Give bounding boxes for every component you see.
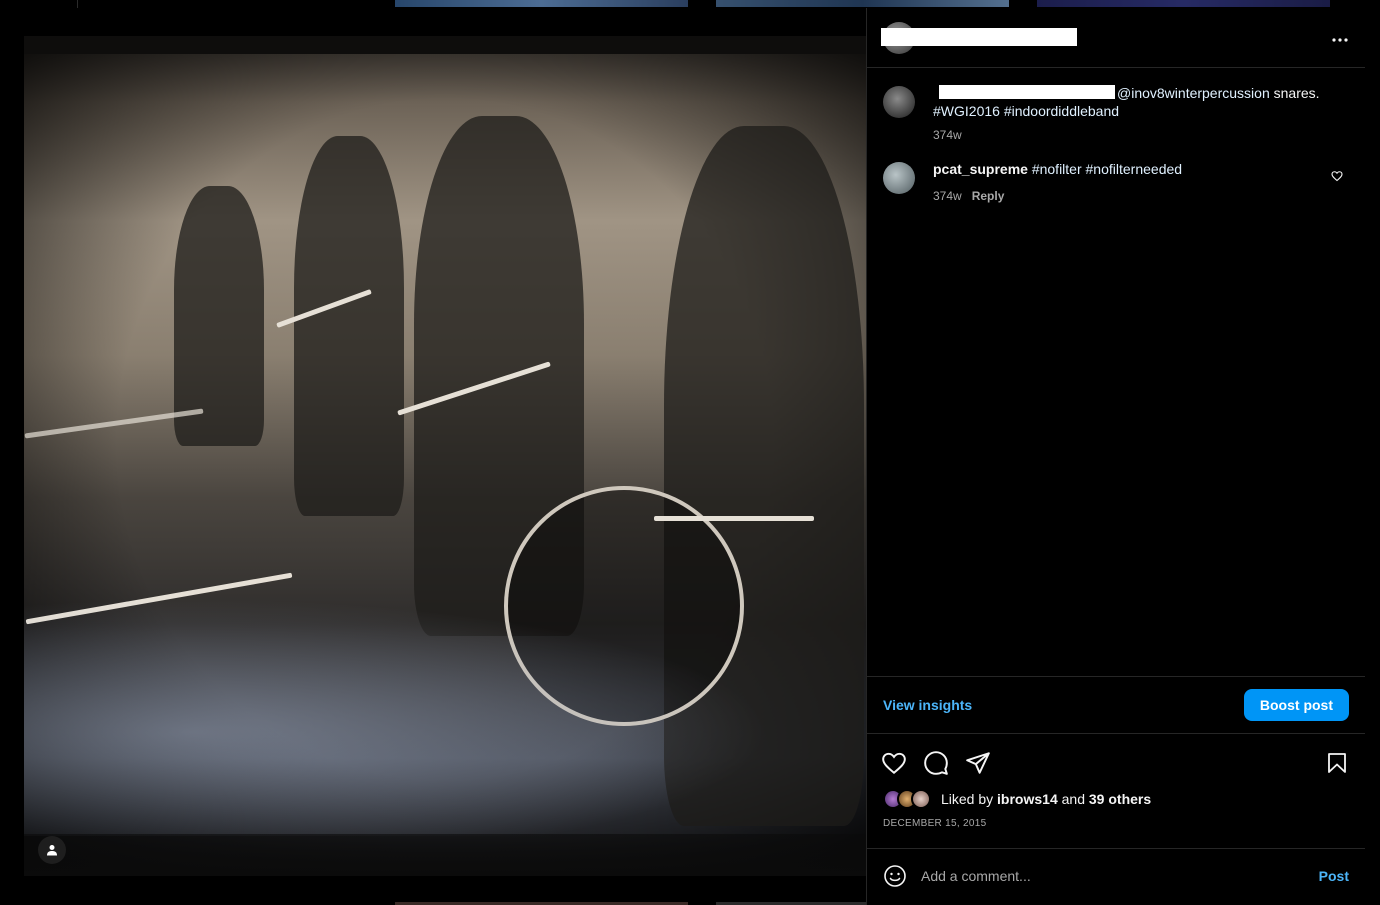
author-avatar[interactable] [883,86,915,118]
comment-timestamp[interactable]: 374w [933,189,962,203]
comment-button[interactable] [923,750,949,776]
send-icon [966,752,990,774]
save-button[interactable] [1325,750,1349,776]
comment-text[interactable]: #nofilter #nofilterneeded [1032,161,1182,177]
post-date[interactable]: DECEMBER 15, 2015 [867,818,1365,848]
liked-by-conjunction: and [1061,791,1085,807]
photo-drumstick [654,516,814,521]
comment-item: pcat_supreme #nofilter #nofilterneeded 3… [883,160,1349,205]
caption-mention[interactable]: @inov8winterpercussion [1117,85,1270,101]
add-comment-bar: Post [867,848,1365,902]
post-comment-button[interactable]: Post [1319,868,1349,884]
reply-button[interactable]: Reply [972,189,1005,203]
caption-text: snares. [1269,85,1320,101]
redacted-username [881,28,1077,46]
feed-thumbnail [395,0,688,7]
emoji-button[interactable] [883,864,907,888]
avatar [911,789,931,809]
liked-by-user[interactable]: ibrows14 [997,791,1058,807]
photo-figure [174,186,264,446]
commenter-avatar[interactable] [883,162,915,194]
bookmark-icon [1328,753,1346,773]
heart-icon [882,752,906,775]
feed-divider [77,0,78,8]
post-header [867,8,1365,68]
redacted-username [939,85,1115,99]
liked-by-others[interactable]: 39 others [1089,791,1151,807]
more-options-button[interactable] [1331,27,1349,48]
photo-frame-edge [24,834,866,876]
more-horizontal-icon [1332,38,1348,42]
like-comment-button[interactable] [1331,169,1343,187]
like-button[interactable] [881,750,907,776]
comment-input[interactable] [921,867,1319,884]
photo-haze [24,576,866,836]
emoji-icon [884,864,906,887]
tagged-users-button[interactable] [38,836,66,864]
liker-avatars [883,789,937,809]
caption: @inov8winterpercussion snares. #WGI2016 … [883,84,1349,144]
post-photo[interactable] [24,36,866,876]
insights-row: View insights Boost post [867,676,1365,734]
feed-thumbnail [1037,0,1330,7]
caption-hashtags[interactable]: #WGI2016 #indoordiddleband [933,102,1349,120]
heart-icon [1331,171,1343,182]
liked-by-prefix: Liked by [941,791,994,807]
boost-post-button[interactable]: Boost post [1243,689,1349,721]
comment-username[interactable]: pcat_supreme [933,161,1028,177]
post-detail-panel: @inov8winterpercussion snares. #WGI2016 … [866,8,1365,905]
view-insights-link[interactable]: View insights [883,697,972,713]
caption-timestamp[interactable]: 374w [933,128,962,142]
post-actions [867,734,1365,788]
photo-frame-edge [24,36,866,54]
likes-summary: Liked by ibrows14 and 39 others [867,788,1365,810]
feed-thumbnail [716,0,1009,7]
photo-figure [294,136,404,516]
comment-icon [924,751,948,775]
comments-list: @inov8winterpercussion snares. #WGI2016 … [867,68,1365,676]
share-button[interactable] [965,750,991,776]
person-icon [47,845,57,856]
